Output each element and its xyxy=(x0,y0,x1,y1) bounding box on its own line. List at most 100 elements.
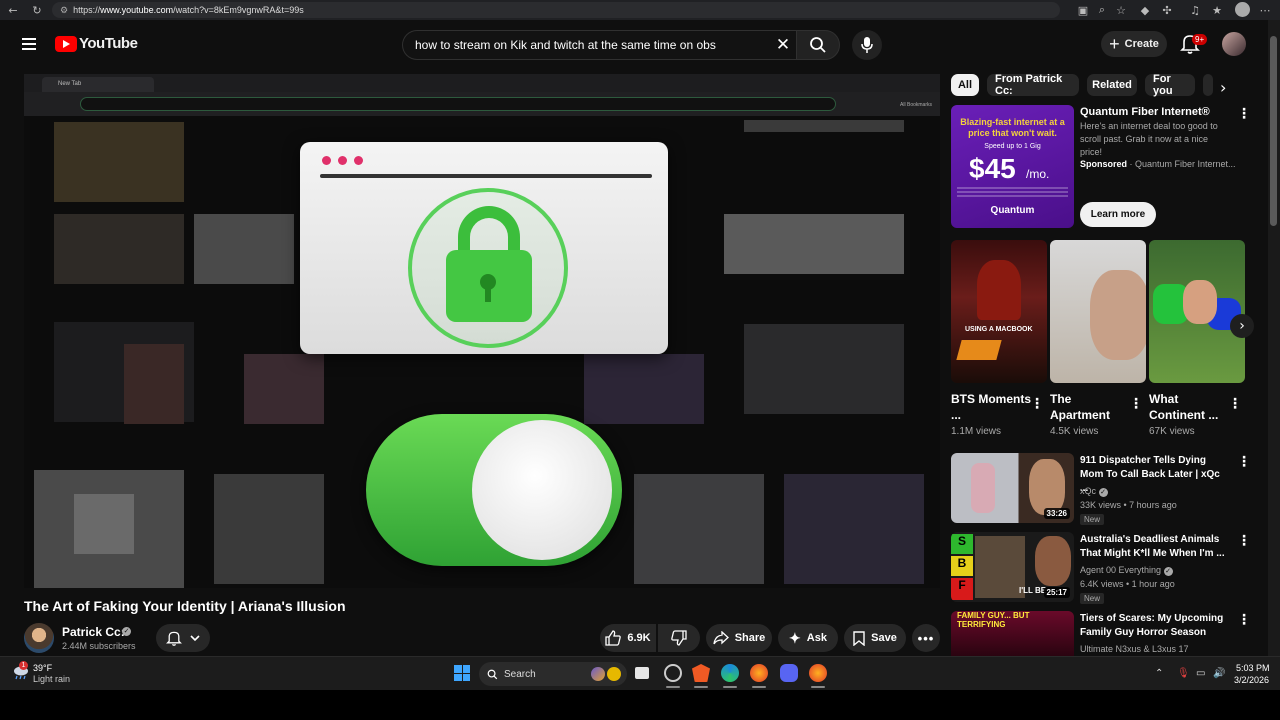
network-icon[interactable]: ▭ xyxy=(1196,668,1205,679)
voice-search-button[interactable] xyxy=(852,30,882,60)
short-thumbnail[interactable] xyxy=(1050,240,1146,383)
save-label: Save xyxy=(871,632,897,644)
chevron-right-icon[interactable]: › xyxy=(1230,314,1254,338)
site-info-icon[interactable]: ⚙ xyxy=(60,5,68,16)
clock-time[interactable]: 5:03 PM xyxy=(1236,663,1270,673)
discord-icon[interactable] xyxy=(780,664,798,682)
firefox-icon-2[interactable] xyxy=(809,664,827,682)
more-vertical-icon[interactable]: ⋮ xyxy=(1237,612,1251,628)
dislike-button[interactable] xyxy=(658,624,700,652)
account-avatar[interactable] xyxy=(1222,32,1246,56)
logo-text: YouTube xyxy=(79,35,138,52)
video-thumbnail[interactable]: 33:26 xyxy=(951,453,1074,523)
weather-alert-badge: 1 xyxy=(19,661,28,670)
short-thumbnail[interactable]: USING A MACBOOK xyxy=(951,240,1047,383)
extensions-icon[interactable]: ✣ xyxy=(1160,3,1174,17)
clear-search-icon[interactable]: ✕ xyxy=(774,35,792,55)
pixel-block xyxy=(584,354,704,424)
channel-label: xQc xyxy=(1080,486,1097,496)
file-explorer-icon[interactable] xyxy=(635,667,649,679)
weather-description[interactable]: Light rain xyxy=(33,674,70,684)
microphone-muted-icon[interactable]: 🎙 xyxy=(1177,668,1190,679)
chip-all[interactable]: All xyxy=(951,74,979,96)
thumb-figure xyxy=(971,463,995,513)
short-title[interactable]: BTS Moments ... xyxy=(951,391,1031,423)
more-vertical-icon[interactable]: ⋮ xyxy=(1237,454,1251,470)
firefox-icon[interactable] xyxy=(750,664,768,682)
bell-icon xyxy=(166,631,182,646)
channel-name[interactable]: Patrick Cc: xyxy=(62,625,125,639)
back-icon[interactable]: ← xyxy=(6,3,20,17)
chip-from-patrick[interactable]: From Patrick Cc: xyxy=(987,73,1079,97)
chip-partial[interactable] xyxy=(1203,74,1213,96)
video-inner-tabbar: New Tab xyxy=(24,74,940,92)
video-channel[interactable]: Ultimate N3xus & L3xus 17 xyxy=(1080,644,1189,654)
more-vertical-icon[interactable]: ⋮ xyxy=(1237,106,1251,122)
chevron-right-icon[interactable]: › xyxy=(1220,78,1226,97)
bookmark-star-icon[interactable]: ☆ xyxy=(1114,3,1128,17)
share-button[interactable]: Share xyxy=(706,624,772,652)
more-vertical-icon[interactable]: ⋮ xyxy=(1228,396,1242,412)
search-input[interactable]: how to stream on Kik and twitch at the s… xyxy=(402,30,796,60)
short-title[interactable]: The Apartment xyxy=(1050,391,1130,423)
video-channel[interactable]: xQc ✓ xyxy=(1080,486,1108,497)
more-actions-button[interactable]: ••• xyxy=(912,624,940,652)
youtube-logo[interactable]: YouTube xyxy=(55,35,138,52)
favorites-icon[interactable]: ★ xyxy=(1210,3,1224,17)
ad-sponsored-line: Sponsored · Quantum Fiber Internet... xyxy=(1080,159,1236,169)
address-bar[interactable]: ⚙ https://www.youtube.com/watch?v=8kEm9v… xyxy=(52,2,1060,18)
clock-date[interactable]: 3/2/2026 xyxy=(1234,675,1269,685)
create-label: Create xyxy=(1124,38,1159,50)
volume-icon[interactable]: 🔊 xyxy=(1213,668,1225,679)
ad-description: Here's an internet deal too good to scro… xyxy=(1080,121,1218,157)
sparkle-icon: ✦ xyxy=(789,629,801,646)
running-indicator xyxy=(811,686,825,688)
scrollbar-thumb[interactable] xyxy=(1270,36,1277,226)
short-thumbnail[interactable] xyxy=(1149,240,1245,383)
video-thumbnail[interactable]: FAMILY GUY... BUT TERRIFYING xyxy=(951,611,1074,656)
app-icon[interactable] xyxy=(664,664,682,682)
video-thumbnail[interactable]: S B F I'LL BE 25:17 xyxy=(951,532,1074,602)
edge-icon[interactable] xyxy=(721,664,739,682)
short-title[interactable]: What Continent ... xyxy=(1149,391,1229,423)
reload-icon[interactable]: ↻ xyxy=(30,3,44,17)
thumb-figure xyxy=(1035,536,1071,586)
search-button[interactable] xyxy=(796,30,840,60)
ad-thumbnail[interactable]: Blazing-fast internet at a price that wo… xyxy=(951,105,1074,228)
video-title-link[interactable]: Tiers of Scares: My Upcoming Family Guy … xyxy=(1080,612,1226,640)
channel-avatar[interactable] xyxy=(24,623,54,653)
extension-icon-2[interactable]: ◆ xyxy=(1138,3,1152,17)
weather-temperature[interactable]: 39°F xyxy=(33,663,52,673)
more-vertical-icon[interactable]: ⋮ xyxy=(1237,533,1251,549)
subscriber-count: 2.44M subscribers xyxy=(62,641,136,651)
more-vertical-icon[interactable]: ⋮ xyxy=(1030,396,1044,412)
save-button[interactable]: Save xyxy=(844,624,906,652)
media-icon[interactable]: ♫ xyxy=(1188,3,1202,17)
taskbar-search-box[interactable]: Search xyxy=(479,662,627,686)
learn-more-button[interactable]: Learn more xyxy=(1080,202,1156,227)
video-channel[interactable]: Agent 00 Everything ✓ xyxy=(1080,565,1173,576)
pixel-block xyxy=(744,120,904,132)
video-title-link[interactable]: Australia's Deadliest Animals That Might… xyxy=(1080,533,1226,561)
subscribed-notification-button[interactable] xyxy=(156,624,210,652)
window-dot xyxy=(338,156,347,165)
windows-start-icon[interactable] xyxy=(454,665,470,681)
video-inner-omnibox xyxy=(80,97,836,111)
hamburger-menu-icon[interactable] xyxy=(22,38,36,50)
menu-icon[interactable]: ⋯ xyxy=(1258,3,1272,17)
zoom-icon[interactable]: ⌕ xyxy=(1095,3,1109,17)
video-player[interactable]: New Tab All Bookmarks xyxy=(24,74,940,588)
profile-icon[interactable] xyxy=(1235,2,1250,17)
create-button[interactable]: + Create xyxy=(1101,31,1167,57)
more-vertical-icon[interactable]: ⋮ xyxy=(1129,396,1143,412)
ask-button[interactable]: ✦ Ask xyxy=(778,624,838,652)
chip-for-you[interactable]: For you xyxy=(1145,73,1195,97)
video-meta: 33K views • 7 hours ago xyxy=(1080,500,1177,510)
toggle-knob xyxy=(472,420,612,560)
tray-overflow-chevron-icon[interactable]: ⌃ xyxy=(1155,668,1163,679)
like-button[interactable]: 6.9K xyxy=(600,624,656,652)
running-indicator xyxy=(752,686,766,688)
extension-icon[interactable]: ▣ xyxy=(1076,3,1090,17)
ad-title[interactable]: Quantum Fiber Internet® xyxy=(1080,106,1210,118)
chip-related[interactable]: Related xyxy=(1087,74,1137,96)
